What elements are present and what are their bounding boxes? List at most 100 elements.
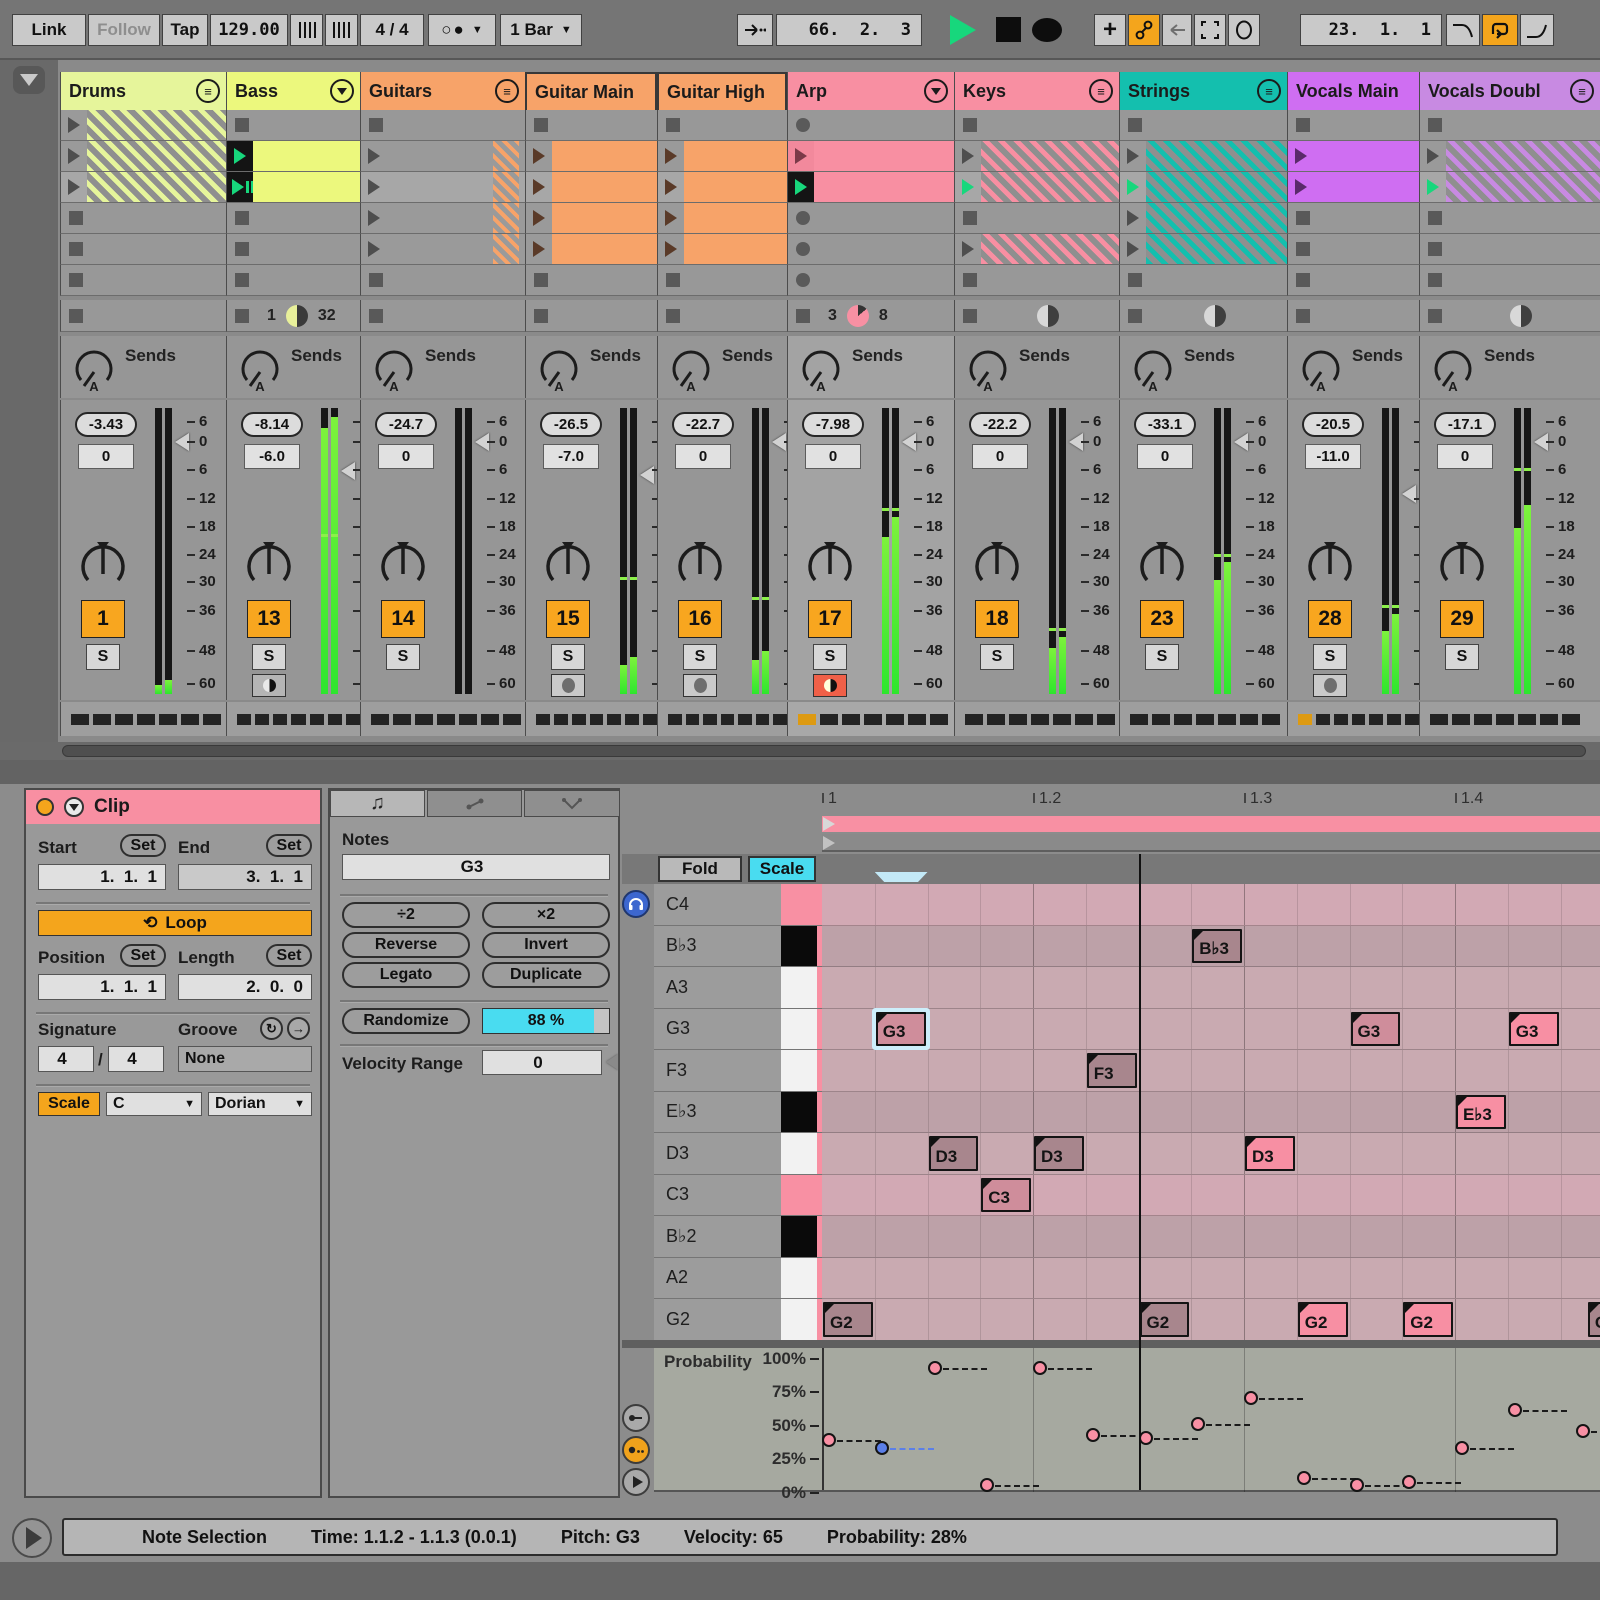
followup-pie-icon[interactable] (1510, 305, 1532, 327)
meter-right[interactable] (331, 408, 338, 694)
clip-body[interactable] (981, 234, 1119, 264)
clip-slot[interactable] (1119, 203, 1287, 234)
io-squares-row[interactable] (657, 702, 787, 736)
meter-right[interactable] (165, 408, 172, 694)
io-square[interactable] (930, 714, 948, 725)
piano-key[interactable]: G2 (654, 1299, 822, 1341)
clip-stop-row[interactable]: 38 (787, 300, 954, 332)
peak-level-value[interactable]: -26.5 (540, 412, 602, 437)
io-square[interactable] (237, 714, 251, 725)
stop-clip-icon[interactable] (1428, 118, 1442, 132)
draw-mode-icon[interactable] (1194, 14, 1226, 46)
stop-clip-icon[interactable] (963, 211, 977, 225)
clip-body[interactable] (684, 172, 787, 202)
db-scale-tick[interactable] (1546, 581, 1554, 583)
clip-slot[interactable] (1419, 172, 1600, 203)
clip-slot[interactable] (787, 141, 954, 172)
db-scale-tick[interactable] (487, 469, 495, 471)
db-scale-tick[interactable] (1246, 650, 1254, 652)
db-scale-label[interactable]: 48 (1093, 642, 1110, 659)
grid-row[interactable] (822, 967, 1600, 1009)
stop-clip-icon[interactable] (1296, 118, 1310, 132)
clip-slot[interactable] (1419, 265, 1600, 296)
clip-slot[interactable] (954, 110, 1119, 141)
io-square[interactable] (1031, 714, 1049, 725)
clip-slot[interactable] (60, 172, 226, 203)
midi-note[interactable]: G2 (1403, 1302, 1453, 1337)
io-squares-row[interactable] (525, 702, 657, 736)
clip-slot[interactable] (1119, 110, 1287, 141)
sends-section[interactable]: ASends (1287, 336, 1419, 398)
clip-body[interactable] (1146, 203, 1287, 233)
meter-fill[interactable] (1059, 637, 1066, 694)
db-scale-label[interactable]: 48 (926, 642, 943, 659)
clip-body[interactable] (552, 141, 657, 171)
clip-slot[interactable] (360, 234, 525, 265)
track-header[interactable]: Keys≡ (954, 72, 1119, 110)
io-square[interactable] (773, 714, 787, 725)
db-scale-label[interactable]: 36 (499, 602, 516, 619)
clip-slot[interactable] (226, 234, 360, 265)
clip-play-icon[interactable] (1295, 179, 1307, 195)
db-scale-tick[interactable] (187, 554, 195, 556)
db-scale-tick[interactable] (1081, 581, 1089, 583)
clip-slot[interactable] (1119, 234, 1287, 265)
io-square[interactable] (1474, 714, 1492, 725)
track-fold-icon[interactable] (924, 79, 948, 103)
track-column[interactable]: Guitar MainASends-26.5-7.015S (525, 60, 657, 736)
db-scale-tick[interactable] (487, 441, 495, 443)
meter-left[interactable] (620, 408, 627, 694)
reverse-button[interactable]: Reverse (342, 932, 470, 958)
solo-button[interactable]: S (683, 644, 717, 670)
mixer-strip[interactable]: -33.1023S60612182430364860 (1119, 400, 1287, 700)
track-name[interactable]: Strings (1128, 81, 1190, 102)
send-a-knob[interactable]: A (965, 342, 1011, 392)
mixer-strip[interactable]: -7.98017S60612182430364860 (787, 400, 954, 700)
clip-stop-row[interactable] (657, 300, 787, 332)
sends-section[interactable]: ASends (226, 336, 360, 398)
clip-stop-row[interactable] (60, 300, 226, 332)
meter-right[interactable] (1224, 408, 1231, 694)
db-scale-tick[interactable] (1081, 441, 1089, 443)
db-scale-tick[interactable] (1546, 526, 1554, 528)
db-scale-label[interactable]: 18 (926, 518, 943, 535)
grid-row[interactable] (822, 1050, 1600, 1092)
followup-pie-icon[interactable] (1037, 305, 1059, 327)
io-square[interactable] (1262, 714, 1280, 725)
gain-field[interactable]: 0 (1437, 444, 1493, 469)
velocity-range-field[interactable]: 0 (482, 1050, 602, 1075)
meter-peak-tick[interactable] (892, 508, 899, 511)
clip-launch-button[interactable] (955, 172, 981, 202)
scale-root-selector[interactable]: C▼ (106, 1092, 202, 1116)
solo-button[interactable]: S (386, 644, 420, 670)
double-time-button[interactable]: ×2 (482, 902, 610, 928)
meter-peak-tick[interactable] (620, 577, 627, 580)
io-square[interactable] (842, 714, 860, 725)
meter-right[interactable] (465, 408, 472, 694)
track-number-button[interactable]: 29 (1440, 600, 1484, 638)
meter-left[interactable] (882, 408, 889, 694)
clip-launch-button[interactable] (1120, 172, 1146, 202)
midi-note[interactable]: G3 (1509, 1012, 1559, 1047)
mixer-strip[interactable]: -20.5-11.028S (1287, 400, 1419, 700)
io-square[interactable] (908, 714, 926, 725)
clip-body[interactable] (1146, 172, 1287, 202)
clip-slot[interactable] (226, 141, 360, 172)
meter-peak-tick[interactable] (1382, 605, 1389, 608)
meter-fill[interactable] (892, 517, 899, 694)
io-square[interactable] (756, 714, 770, 725)
followup-count[interactable]: 3 (828, 307, 837, 325)
clip-slot[interactable] (1419, 234, 1600, 265)
stop-clip-icon[interactable] (1296, 242, 1310, 256)
meter-fill[interactable] (155, 685, 162, 694)
midi-note[interactable]: D3 (1245, 1136, 1295, 1171)
probability-point[interactable] (1033, 1361, 1047, 1375)
send-a-knob[interactable]: A (1130, 342, 1176, 392)
io-squares-row[interactable] (787, 702, 954, 736)
db-scale-label[interactable]: 6 (499, 461, 507, 478)
solo-button[interactable]: S (1313, 644, 1347, 670)
io-square[interactable] (721, 714, 735, 725)
stop-clip-icon[interactable] (369, 118, 383, 132)
tab-expression[interactable] (524, 790, 620, 817)
followup-pie-icon[interactable] (1204, 305, 1226, 327)
